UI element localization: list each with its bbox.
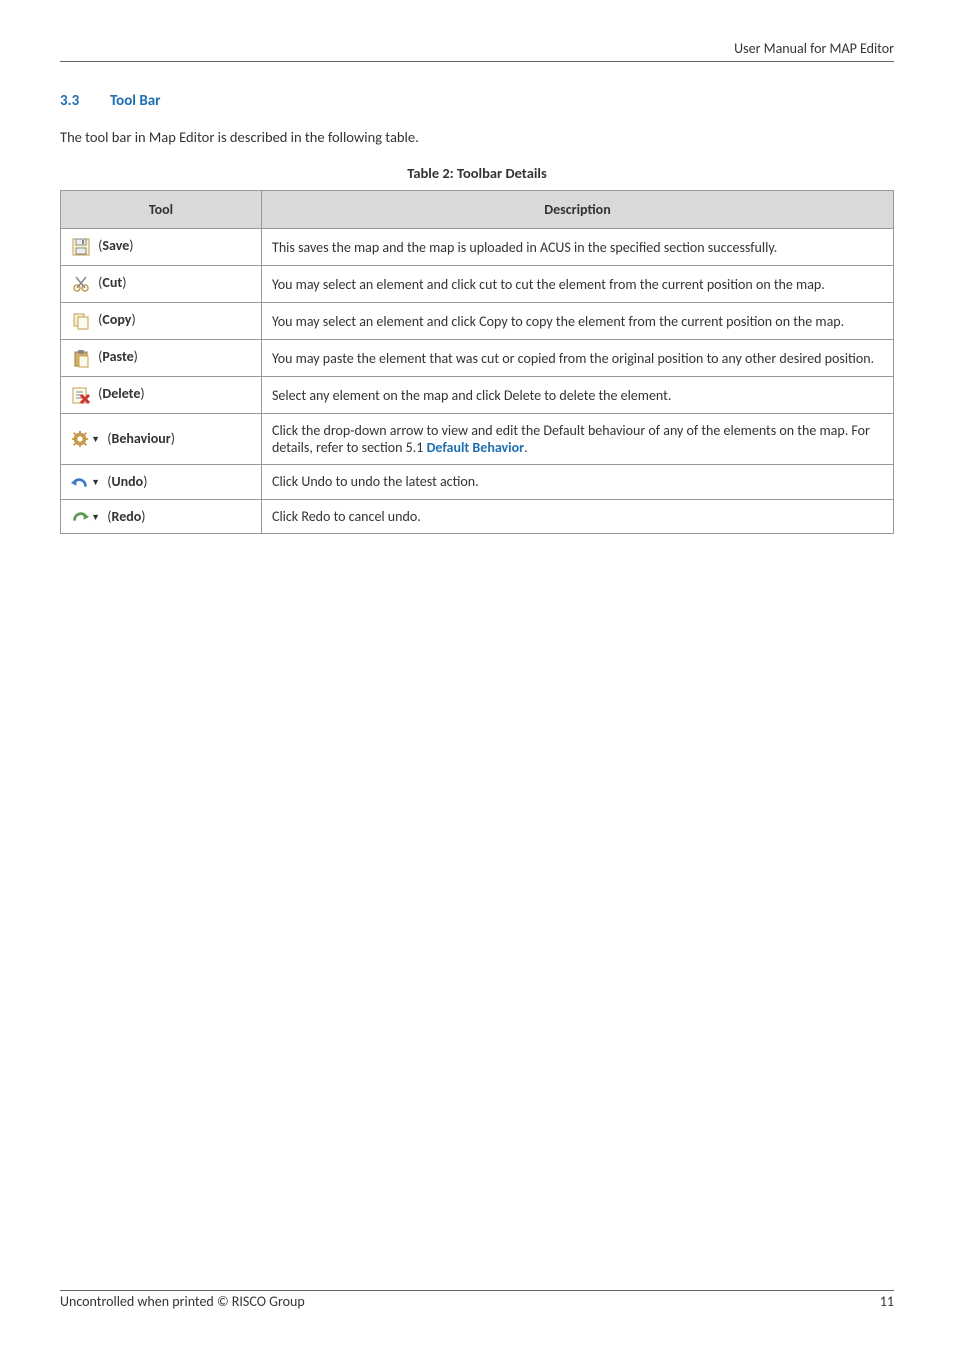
save-icon [71,237,91,257]
section-number: 3.3 [60,92,110,110]
page: User Manual for MAP Editor 3.3Tool Bar T… [0,0,954,1350]
tool-label: (Cut) [98,274,126,291]
table-row: ▼ (Redo) Click Redo to cancel undo. [61,499,894,534]
chevron-down-icon: ▼ [91,434,100,445]
section-title: Tool Bar [110,92,160,110]
tool-cell-copy: (Copy) [61,303,262,340]
table-row: ▼ (Behaviour) Click the drop-down arrow … [61,414,894,465]
tool-label: (Save) [98,237,133,254]
header-rule: User Manual for MAP Editor [60,40,894,62]
toolbar-table: Tool Description (Save) This saves the m… [60,190,894,534]
page-number: 11 [880,1293,894,1310]
footer-rule: Uncontrolled when printed © RISCO Group … [60,1290,894,1310]
tool-cell-paste: (Paste) [61,340,262,377]
tool-cell-behaviour: ▼ (Behaviour) [61,414,262,465]
description-cell: Click Redo to cancel undo. [262,499,894,534]
tool-label: (Undo) [107,473,147,490]
desc-prefix: Click the drop-down arrow to view and ed… [272,422,870,456]
table-caption: Table 2: Toolbar Details [60,164,894,182]
tool-cell-delete: (Delete) [61,377,262,414]
table-header-tool: Tool [61,191,262,229]
description-cell: Click the drop-down arrow to view and ed… [262,414,894,465]
table-row: (Delete) Select any element on the map a… [61,377,894,414]
tool-cell-undo: ▼ (Undo) [61,465,262,500]
footer: Uncontrolled when printed © RISCO Group … [60,1290,894,1310]
undo-icon [71,475,89,491]
table-header-row: Tool Description [61,191,894,229]
copy-icon [71,311,91,331]
table-row: (Save) This saves the map and the map is… [61,229,894,266]
description-cell: Select any element on the map and click … [262,377,894,414]
description-cell: Click Undo to undo the latest action. [262,465,894,500]
chevron-down-icon: ▼ [91,512,100,523]
tool-label: (Copy) [98,311,136,328]
table-row: ▼ (Undo) Click Undo to undo the latest a… [61,465,894,500]
description-cell: This saves the map and the map is upload… [262,229,894,266]
redo-icon [71,509,89,525]
table-row: (Copy) You may select an element and cli… [61,303,894,340]
description-cell: You may select an element and click cut … [262,266,894,303]
gear-icon [71,430,89,448]
tool-cell-cut: (Cut) [61,266,262,303]
chevron-down-icon: ▼ [91,477,100,488]
intro-text: The tool bar in Map Editor is described … [60,128,894,146]
description-cell: You may select an element and click Copy… [262,303,894,340]
description-cell: You may paste the element that was cut o… [262,340,894,377]
default-behavior-link[interactable]: Default Behavior [427,439,525,456]
footer-left: Uncontrolled when printed © RISCO Group [60,1293,305,1310]
scissors-icon [71,274,91,294]
table-header-description: Description [262,191,894,229]
tool-label: (Delete) [98,385,145,402]
desc-suffix: . [524,439,528,456]
tool-label: (Paste) [98,348,138,365]
tool-cell-save: (Save) [61,229,262,266]
section-heading: 3.3Tool Bar [60,92,894,110]
paste-icon [71,348,91,368]
tool-label: (Redo) [107,508,145,525]
tool-label: (Behaviour) [107,430,175,447]
tool-cell-redo: ▼ (Redo) [61,499,262,534]
header-title: User Manual for MAP Editor [60,40,894,57]
table-row: (Paste) You may paste the element that w… [61,340,894,377]
delete-icon [71,385,91,405]
table-row: (Cut) You may select an element and clic… [61,266,894,303]
